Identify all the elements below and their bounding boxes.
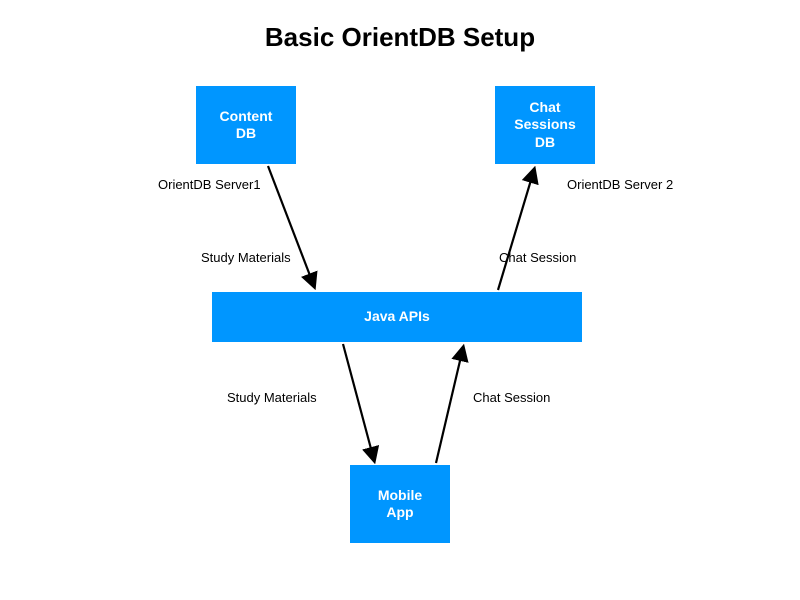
node-mobile-app: Mobile App (350, 465, 450, 543)
edge-label-study-materials-upper: Study Materials (201, 250, 291, 265)
node-label: Chat Sessions DB (514, 99, 575, 152)
node-content-db: Content DB (196, 86, 296, 164)
node-label: Mobile App (378, 487, 422, 522)
node-chat-sessions-db: Chat Sessions DB (495, 86, 595, 164)
node-label: Java APIs (364, 308, 430, 326)
node-label: Content DB (220, 108, 273, 143)
edge-label-server2: OrientDB Server 2 (567, 177, 673, 192)
edge-label-chat-session-upper: Chat Session (499, 250, 576, 265)
edge-label-chat-session-lower: Chat Session (473, 390, 550, 405)
edge-label-server1: OrientDB Server1 (158, 177, 261, 192)
edge-label-study-materials-lower: Study Materials (227, 390, 317, 405)
node-java-apis: Java APIs (212, 292, 582, 342)
diagram-title: Basic OrientDB Setup (0, 22, 800, 53)
